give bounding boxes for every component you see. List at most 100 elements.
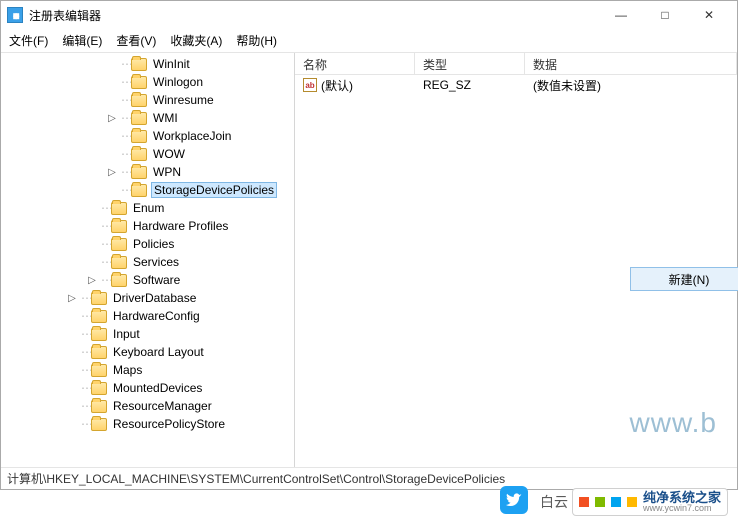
tree-connector: ⋯: [101, 201, 111, 215]
watermark-text: www.b: [630, 407, 717, 439]
tree-label: ResourceManager: [111, 399, 214, 413]
expand-icon[interactable]: ▷: [65, 291, 79, 305]
tree-connector: ⋯: [121, 183, 131, 197]
baiyun-text: 白云: [540, 492, 568, 512]
tree-pane[interactable]: ⋯WinInit⋯Winlogon⋯Winresume▷⋯WMI⋯Workpla…: [1, 53, 295, 467]
tree-connector: ⋯: [121, 129, 131, 143]
window-controls: — □ ✕: [599, 1, 731, 29]
tree: ⋯WinInit⋯Winlogon⋯Winresume▷⋯WMI⋯Workpla…: [1, 53, 294, 435]
tree-label: Maps: [111, 363, 144, 377]
tree-node[interactable]: ⋯Enum: [1, 199, 294, 217]
value-name: (默认): [321, 77, 353, 94]
tree-label: Winresume: [151, 93, 216, 107]
tree-node[interactable]: ▷⋯DriverDatabase: [1, 289, 294, 307]
expand-icon[interactable]: ▷: [85, 273, 99, 287]
tree-node[interactable]: ⋯ Winresume: [1, 91, 294, 109]
folder-icon: [91, 418, 107, 431]
status-path: 计算机\HKEY_LOCAL_MACHINE\SYSTEM\CurrentCon…: [7, 470, 505, 487]
tree-connector: ⋯: [101, 255, 111, 269]
expand-icon[interactable]: ▷: [105, 165, 119, 179]
tree-node[interactable]: ⋯ Services: [1, 253, 294, 271]
expand-icon: [105, 129, 119, 143]
tree-connector: ⋯: [81, 381, 91, 395]
titlebar[interactable]: 注册表编辑器 — □ ✕: [1, 1, 737, 29]
tree-node[interactable]: ⋯ResourceManager: [1, 397, 294, 415]
menu-view[interactable]: 查看(V): [116, 32, 156, 49]
tree-connector: ⋯: [121, 93, 131, 107]
list-pane[interactable]: 名称 类型 数据 ab (默认) REG_SZ (数值未设置) 新建(N) ▶ …: [295, 53, 737, 467]
context-menu-new[interactable]: 新建(N) ▶: [630, 267, 738, 291]
col-data[interactable]: 数据: [525, 53, 737, 74]
tree-node[interactable]: ⋯ WorkplaceJoin: [1, 127, 294, 145]
tree-connector: ⋯: [101, 273, 111, 287]
tree-connector: ⋯: [121, 57, 131, 71]
tree-connector: ⋯: [81, 417, 91, 431]
expand-icon: [105, 75, 119, 89]
folder-icon: [91, 328, 107, 341]
tree-node[interactable]: ⋯Keyboard Layout: [1, 343, 294, 361]
menubar: 文件(F) 编辑(E) 查看(V) 收藏夹(A) 帮助(H): [1, 29, 737, 53]
tree-node[interactable]: ⋯ WOW: [1, 145, 294, 163]
tree-node[interactable]: ⋯Hardware Profiles: [1, 217, 294, 235]
expand-icon: [65, 309, 79, 323]
expand-icon: [85, 255, 99, 269]
expand-icon: [65, 399, 79, 413]
tree-node[interactable]: ⋯Input: [1, 325, 294, 343]
tree-label: WorkplaceJoin: [151, 129, 233, 143]
expand-icon: [85, 219, 99, 233]
folder-icon: [131, 76, 147, 89]
tree-node[interactable]: ▷⋯WMI: [1, 109, 294, 127]
tree-label: Hardware Profiles: [131, 219, 230, 233]
expand-icon: [65, 417, 79, 431]
tree-label: DriverDatabase: [111, 291, 198, 305]
tree-label: WOW: [151, 147, 187, 161]
logo-square-yellow: [627, 497, 637, 507]
expand-icon[interactable]: ▷: [105, 111, 119, 125]
expand-icon: [65, 327, 79, 341]
tree-label: MountedDevices: [111, 381, 204, 395]
folder-icon: [91, 364, 107, 377]
table-row[interactable]: ab (默认) REG_SZ (数值未设置): [295, 75, 737, 95]
tree-node[interactable]: ⋯Policies: [1, 235, 294, 253]
statusbar: 计算机\HKEY_LOCAL_MACHINE\SYSTEM\CurrentCon…: [1, 467, 737, 489]
folder-icon: [131, 58, 147, 71]
close-button[interactable]: ✕: [687, 1, 731, 29]
folder-icon: [111, 274, 127, 287]
folder-icon: [131, 94, 147, 107]
menu-file[interactable]: 文件(F): [9, 32, 48, 49]
tree-node[interactable]: ⋯Maps: [1, 361, 294, 379]
tree-label: ResourcePolicyStore: [111, 417, 227, 431]
tree-label: Software: [131, 273, 182, 287]
maximize-button[interactable]: □: [643, 1, 687, 29]
minimize-button[interactable]: —: [599, 1, 643, 29]
tree-node[interactable]: ⋯StorageDevicePolicies: [1, 181, 294, 199]
tree-node[interactable]: ▷⋯WPN: [1, 163, 294, 181]
registry-editor-window: 注册表编辑器 — □ ✕ 文件(F) 编辑(E) 查看(V) 收藏夹(A) 帮助…: [0, 0, 738, 490]
col-type[interactable]: 类型: [415, 53, 525, 74]
tree-connector: ⋯: [121, 147, 131, 161]
tree-node[interactable]: ⋯HardwareConfig: [1, 307, 294, 325]
menu-help[interactable]: 帮助(H): [236, 32, 277, 49]
tree-node[interactable]: ⋯ ResourcePolicyStore: [1, 415, 294, 433]
folder-icon: [111, 238, 127, 251]
tree-node[interactable]: ⋯WinInit: [1, 55, 294, 73]
menu-favorites[interactable]: 收藏夹(A): [170, 32, 222, 49]
expand-icon: [65, 345, 79, 359]
tree-label: Services: [131, 255, 181, 269]
folder-icon: [131, 166, 147, 179]
expand-icon: [65, 363, 79, 377]
folder-icon: [131, 148, 147, 161]
tree-node[interactable]: ⋯Winlogon: [1, 73, 294, 91]
value-type: REG_SZ: [415, 78, 525, 92]
tree-node[interactable]: ⋯ MountedDevices: [1, 379, 294, 397]
folder-icon: [111, 202, 127, 215]
menu-edit[interactable]: 编辑(E): [62, 32, 102, 49]
tree-node[interactable]: ▷⋯ Software: [1, 271, 294, 289]
twitter-icon: [500, 486, 528, 514]
col-name[interactable]: 名称: [295, 53, 415, 74]
expand-icon: [105, 93, 119, 107]
value-data: (数值未设置): [525, 77, 609, 94]
content-area: ⋯WinInit⋯Winlogon⋯Winresume▷⋯WMI⋯Workpla…: [1, 53, 737, 467]
tree-connector: ⋯: [121, 111, 131, 125]
folder-icon: [131, 184, 147, 197]
